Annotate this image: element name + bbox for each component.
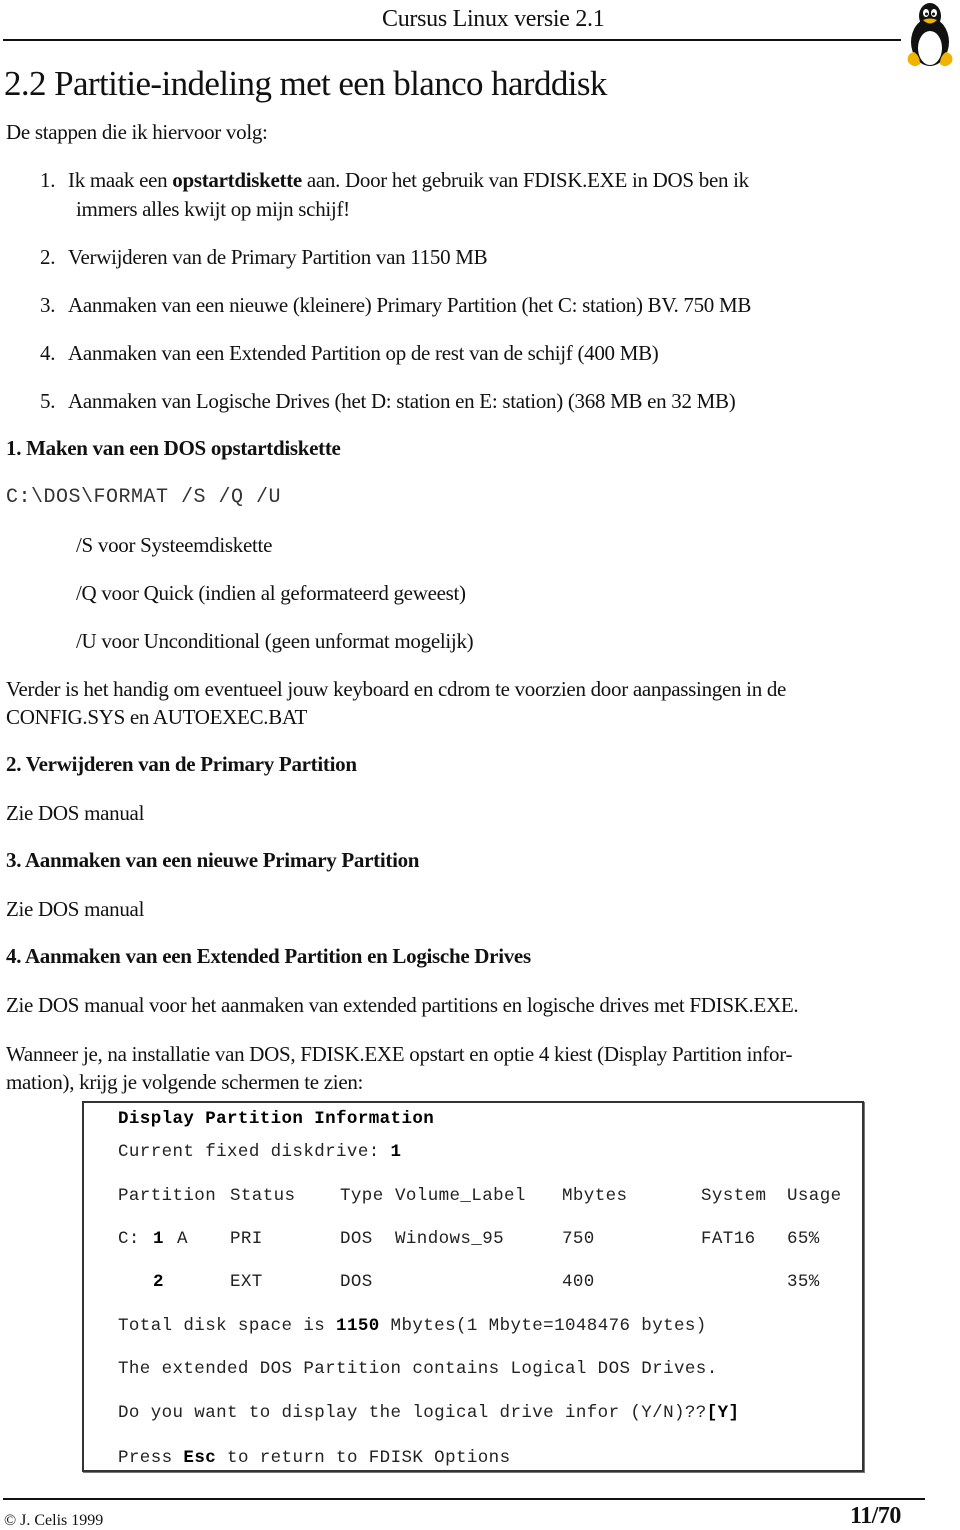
col-header-partition: Partition xyxy=(118,1186,217,1206)
row-2-partition: 2 xyxy=(153,1272,164,1292)
row-1-drive: C: xyxy=(118,1229,140,1249)
logical-drive-prompt: Do you want to display the logical drive… xyxy=(118,1403,740,1423)
total-disk-space: Total disk space is 1150 Mbytes(1 Mbyte=… xyxy=(118,1316,707,1336)
fdisk-intro-line-1: Wanneer je, na installatie van DOS, FDIS… xyxy=(6,1042,793,1066)
option-u: /U voor Unconditional (geen unformat mog… xyxy=(76,629,474,653)
row-1-type: DOS xyxy=(340,1229,373,1249)
step-item-1: 1. Ik maak een opstartdiskette aan. Door … xyxy=(40,168,749,192)
option-s: /S voor Systeemdiskette xyxy=(76,533,273,557)
col-header-type: Type xyxy=(340,1186,384,1206)
subsection-heading-1: 1. Maken van een DOS opstartdiskette xyxy=(6,436,341,460)
emphasis: opstartdiskette xyxy=(172,168,302,192)
row-2-type: DOS xyxy=(340,1272,373,1292)
row-1-system: FAT16 xyxy=(701,1229,756,1249)
extended-partition-message: The extended DOS Partition contains Logi… xyxy=(118,1359,718,1379)
esc-instruction: Press Esc to return to FDISK Options xyxy=(118,1448,511,1468)
row-2-usage: 35% xyxy=(787,1272,820,1292)
row-1-status: PRI xyxy=(230,1229,263,1249)
tux-penguin-icon xyxy=(900,0,960,72)
step-item-3: 3. Aanmaken van een nieuwe (kleinere) Pri… xyxy=(40,293,752,317)
current-diskdrive: Current fixed diskdrive: 1 xyxy=(118,1142,402,1162)
col-header-usage: Usage xyxy=(787,1186,842,1206)
col-header-volume-label: Volume_Label xyxy=(395,1186,526,1206)
row-1-active-flag: A xyxy=(177,1229,188,1249)
format-command: C:\DOS\FORMAT /S /Q /U xyxy=(6,486,282,509)
subsection-heading-2: 2. Verwijderen van de Primary Partition xyxy=(6,752,357,776)
subsection-heading-4: 4. Aanmaken van een Extended Partition e… xyxy=(6,944,531,968)
subsection-4-text: Zie DOS manual voor het aanmaken van ext… xyxy=(6,993,799,1017)
row-2-status: EXT xyxy=(230,1272,263,1292)
row-1-volume-label: Windows_95 xyxy=(395,1229,505,1249)
subsection-2-text: Zie DOS manual xyxy=(6,801,145,825)
copyright: © J. Celis 1999 xyxy=(4,1512,104,1529)
step-item-2: 2. Verwijderen van de Primary Partition v… xyxy=(40,245,488,269)
prompt-answer: [Y] xyxy=(706,1403,740,1423)
row-1-mbytes: 750 xyxy=(562,1229,595,1249)
col-header-system: System xyxy=(701,1186,767,1206)
row-2-mbytes: 400 xyxy=(562,1272,595,1292)
col-header-status: Status xyxy=(230,1186,296,1206)
screen-title: Display Partition Information xyxy=(118,1109,435,1129)
col-header-mbytes: Mbytes xyxy=(562,1186,628,1206)
page-number: 11/70 xyxy=(850,1503,901,1529)
running-header-title: Cursus Linux versie 2.1 xyxy=(382,6,605,32)
row-1-usage: 65% xyxy=(787,1229,820,1249)
option-q: /Q voor Quick (indien al geformateerd ge… xyxy=(76,581,466,605)
config-note-line-1: Verder is het handig om eventueel jouw k… xyxy=(6,677,787,701)
header-divider xyxy=(3,39,901,41)
fdisk-screen: Display Partition Information Current fi… xyxy=(82,1101,864,1472)
step-item-1-continuation: immers alles kwijt op mijn schijf! xyxy=(76,197,350,221)
fdisk-intro-line-2: mation), krijg je volgende schermen te z… xyxy=(6,1070,364,1094)
esc-key: Esc xyxy=(183,1448,217,1468)
config-note-line-2: CONFIG.SYS en AUTOEXEC.BAT xyxy=(6,705,308,729)
step-number: 1. xyxy=(40,168,56,192)
footer-divider xyxy=(3,1498,925,1500)
step-item-4: 4. Aanmaken van een Extended Partition op… xyxy=(40,341,659,365)
subsection-heading-3: 3. Aanmaken van een nieuwe Primary Parti… xyxy=(6,848,420,872)
section-title: 2.2 Partitie-indeling met een blanco har… xyxy=(4,64,607,103)
row-1-partition: 1 xyxy=(153,1229,164,1249)
subsection-3-text: Zie DOS manual xyxy=(6,897,145,921)
intro-text: De stappen die ik hiervoor volg: xyxy=(6,120,268,144)
step-item-5: 5. Aanmaken van Logische Drives (het D: s… xyxy=(40,389,736,413)
